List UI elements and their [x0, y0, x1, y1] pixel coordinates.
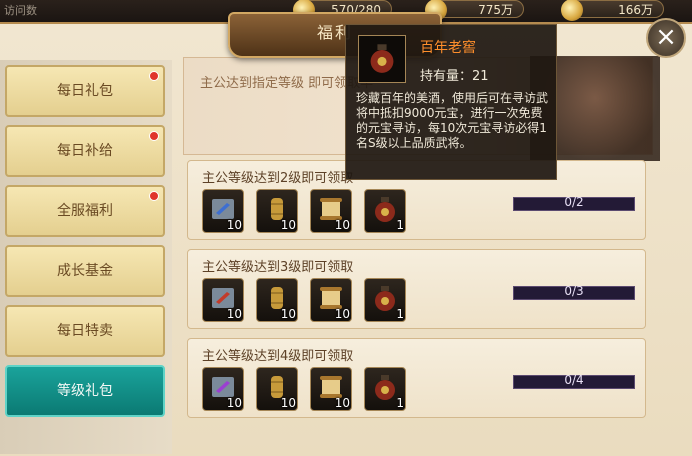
wine-jar-icon [375, 197, 395, 222]
item-count: 10 [334, 307, 350, 321]
bamboo-scroll-item[interactable]: 10 [256, 367, 298, 411]
wine-jar-item[interactable]: 1 [364, 278, 406, 322]
reward-condition: 主公等级达到2级即可领取 [202, 171, 354, 186]
progress-label: 0/3 [564, 284, 584, 298]
breadcrumb: 访问数 [4, 4, 37, 17]
tab-label: 每日礼包 [57, 83, 113, 99]
wine-jar-item[interactable]: 1 [364, 367, 406, 411]
item-count: 10 [226, 218, 242, 232]
coin-counter[interactable]: 166万 [561, 0, 664, 21]
item-count: 10 [334, 218, 350, 232]
paper-scroll-item[interactable]: 10 [310, 189, 352, 233]
item-count: 10 [226, 396, 242, 410]
notification-badge [149, 131, 159, 141]
bamboo-scroll-item[interactable]: 10 [256, 189, 298, 233]
coin-value: 166万 [618, 3, 653, 17]
tooltip-item-frame [358, 35, 406, 83]
tab-level-gift[interactable]: 等级礼包 [5, 365, 165, 417]
paper-scroll-item[interactable]: 10 [310, 367, 352, 411]
paper-scroll-item[interactable]: 10 [310, 278, 352, 322]
coin-icon [561, 0, 583, 21]
tab-growth-fund[interactable]: 成长基金 [5, 245, 165, 297]
tab-label: 等级礼包 [57, 383, 113, 399]
tooltip-description: 珍藏百年的美酒，使用后可在寻访武将中抵扣9000元宝，进行一次免费的元宝寻访，每… [356, 91, 549, 150]
tooltip-item-name: 百年老窖 [420, 40, 476, 56]
wine-jar-icon [375, 375, 395, 400]
scroll-card-item[interactable]: 10 [202, 367, 244, 411]
reward-row-level-3: 主公等级达到3级即可领取 10 10 10 1 0/3 [187, 249, 646, 329]
item-count: 1 [396, 396, 404, 410]
reward-row-level-4: 主公等级达到4级即可领取 10 10 10 1 0/4 [187, 338, 646, 418]
item-count: 1 [396, 307, 404, 321]
tab-server-welfare[interactable]: 全服福利 [5, 185, 165, 237]
item-tooltip: 百年老窖 持有量：21 珍藏百年的美酒，使用后可在寻访武将中抵扣9000元宝，进… [345, 24, 557, 180]
scroll-card-item[interactable]: 10 [202, 278, 244, 322]
reward-condition: 主公等级达到3级即可领取 [202, 260, 354, 275]
tab-label: 成长基金 [57, 263, 113, 279]
tab-label: 每日补给 [57, 143, 113, 159]
close-button[interactable]: × [646, 18, 686, 58]
notification-badge [149, 191, 159, 201]
progress-bar: 0/2 [513, 195, 635, 211]
wine-jar-icon [375, 286, 395, 311]
tab-label: 每日特卖 [57, 323, 113, 339]
item-count: 1 [396, 218, 404, 232]
gold-ingot-counter[interactable]: 775万 [425, 0, 524, 21]
item-count: 10 [280, 218, 296, 232]
notification-badge [149, 71, 159, 81]
progress-bar: 0/3 [513, 284, 635, 300]
item-count: 10 [226, 307, 242, 321]
wine-jar-item[interactable]: 1 [364, 189, 406, 233]
progress-label: 0/2 [564, 195, 584, 209]
wine-jar-icon [370, 44, 394, 73]
bamboo-scroll-item[interactable]: 10 [256, 278, 298, 322]
item-count: 10 [280, 396, 296, 410]
close-icon: × [655, 22, 677, 52]
reward-condition: 主公等级达到4级即可领取 [202, 349, 354, 364]
item-count: 10 [334, 396, 350, 410]
progress-label: 0/4 [564, 373, 584, 387]
scroll-card-item[interactable]: 10 [202, 189, 244, 233]
gold-ingot-value: 775万 [478, 3, 513, 17]
tab-daily-sale[interactable]: 每日特卖 [5, 305, 165, 357]
tooltip-held-count: 持有量：21 [420, 69, 489, 84]
item-count: 10 [280, 307, 296, 321]
tab-daily-gift[interactable]: 每日礼包 [5, 65, 165, 117]
sidebar: 每日礼包 每日补给 全服福利 成长基金 每日特卖 等级礼包 [0, 60, 172, 454]
tab-label: 全服福利 [57, 203, 113, 219]
tab-daily-supply[interactable]: 每日补给 [5, 125, 165, 177]
progress-bar: 0/4 [513, 373, 635, 389]
